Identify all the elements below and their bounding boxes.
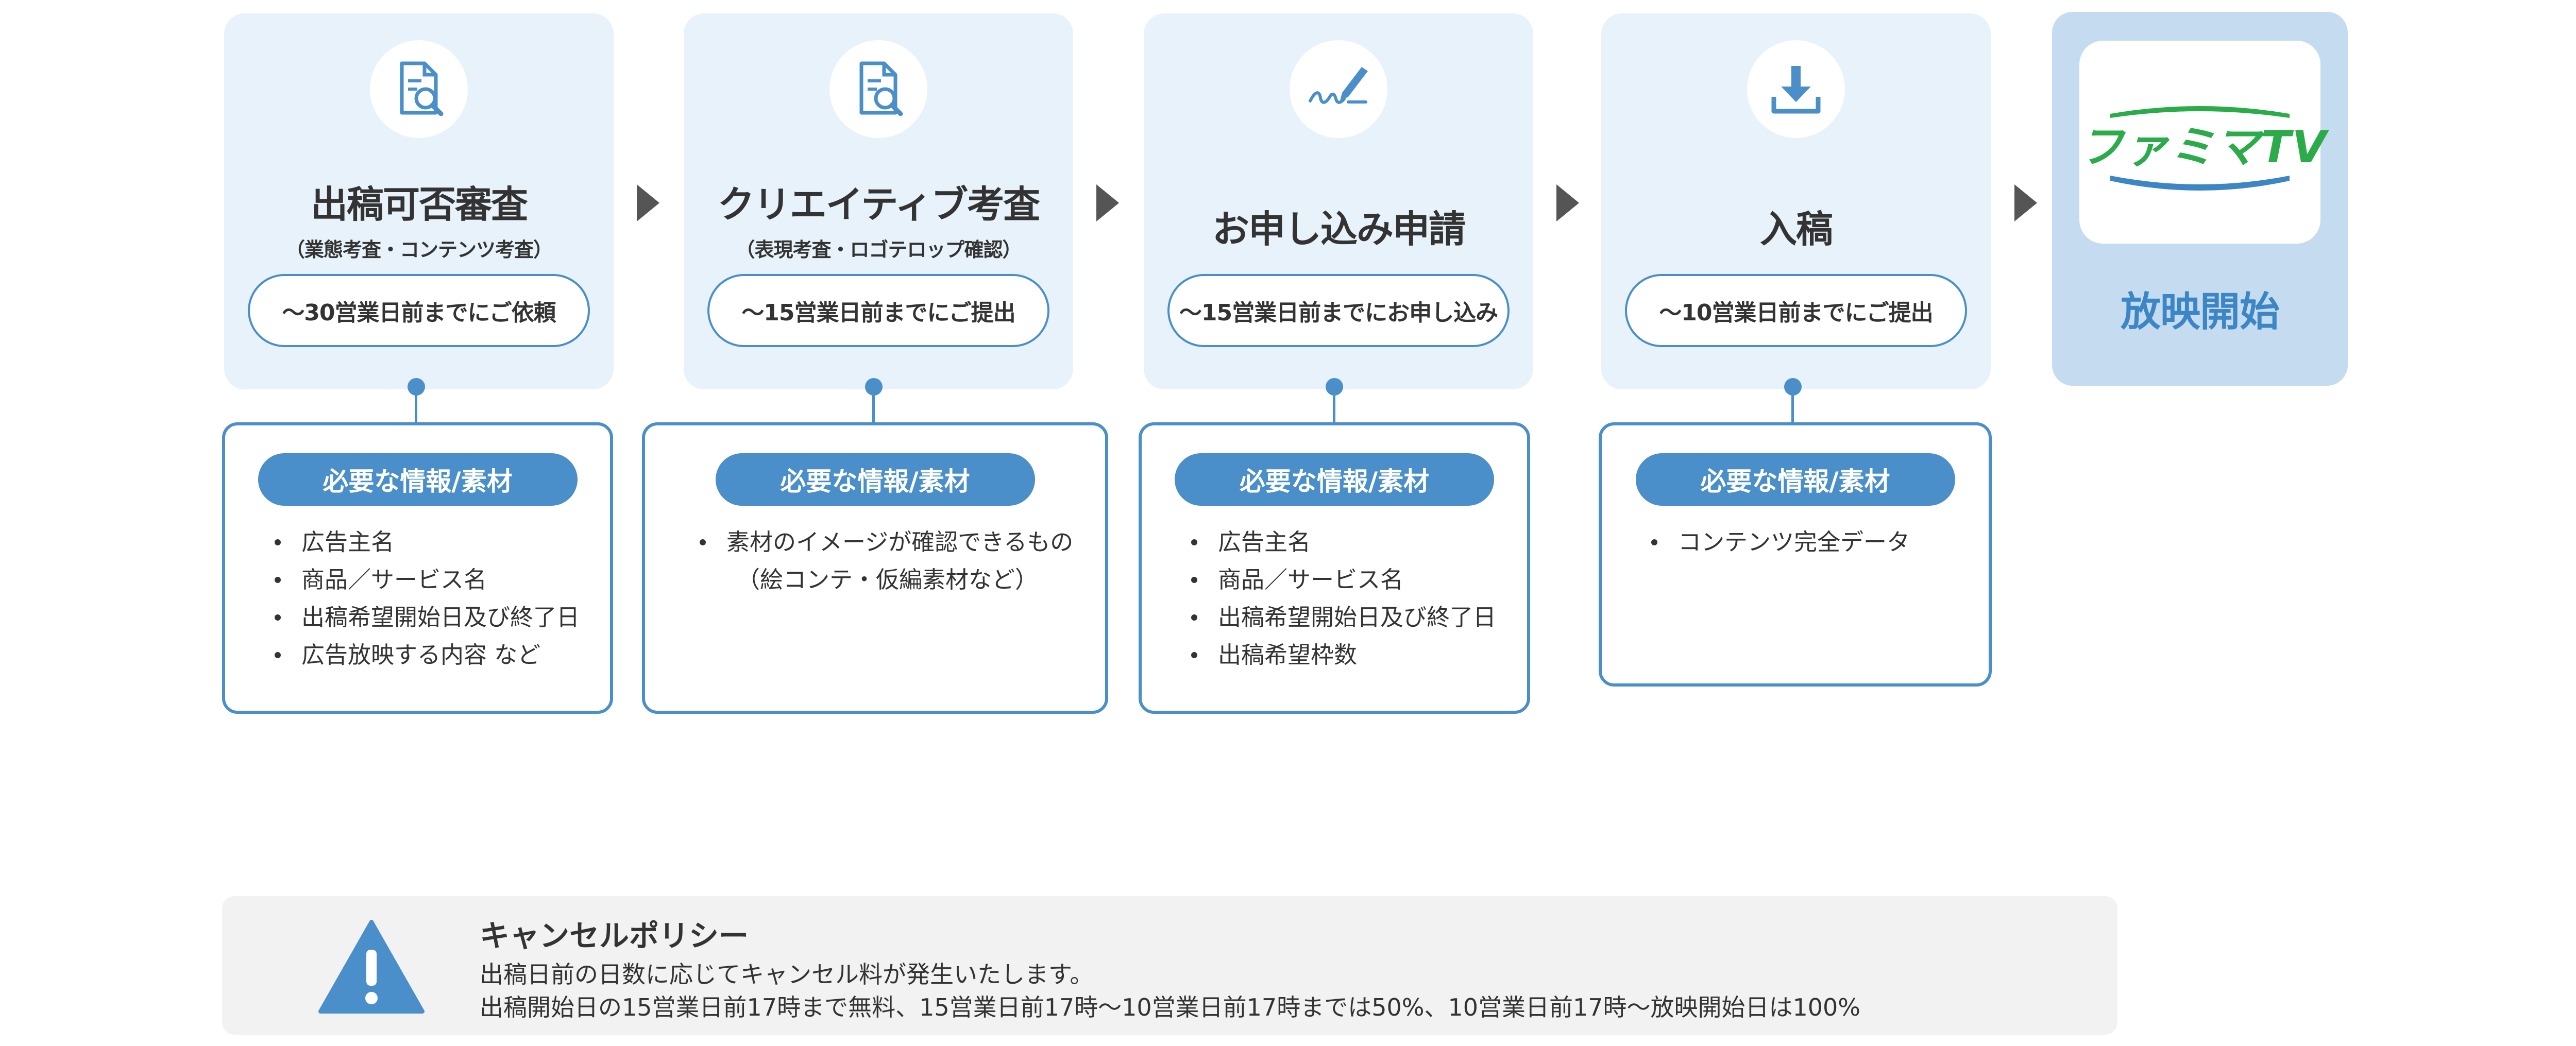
cancel-policy-panel: キャンセルポリシー 出稿日前の日数に応じてキャンセル料が発生いたします。 出稿開… (222, 896, 2117, 1035)
warning-icon (318, 920, 425, 1014)
requirements-list: 広告主名 商品／サービス名 出稿希望開始日及び終了日 出稿希望枠数 (1188, 523, 1496, 674)
requirements-label: 必要な情報/素材 (1635, 453, 1955, 506)
list-item: 広告放映する内容 など (272, 636, 580, 674)
step-title: 放映開始 (2120, 289, 2280, 335)
requirements-list: コンテンツ完全データ (1648, 523, 1910, 561)
requirements-label: 必要な情報/素材 (1175, 453, 1494, 506)
document-search-icon (859, 61, 903, 116)
requirements-label: 必要な情報/素材 (715, 453, 1035, 506)
list-item: 出稿希望開始日及び終了日 (272, 598, 580, 636)
download-icon (1771, 66, 1821, 114)
list-item: 出稿希望枠数 (1188, 636, 1496, 674)
requirements-box-screening: 必要な情報/素材 広告主名 商品／サービス名 出稿希望開始日及び終了日 広告放映… (222, 422, 613, 714)
requirements-list: 広告主名 商品／サービス名 出稿希望開始日及び終了日 広告放映する内容 など (272, 523, 580, 674)
step-card-creative: クリエイティブ考査 （表現考査・ロゴテロップ確認） ～15営業日前までにご提出 (684, 13, 1073, 389)
connector-dot (408, 378, 425, 396)
policy-title: キャンセルポリシー (480, 918, 749, 953)
icon-circle (370, 40, 468, 138)
arrow-right-icon (1096, 184, 1119, 221)
requirements-list: 素材のイメージが確認できるもの （絵コンテ・仮編素材など） (697, 523, 1073, 598)
list-item-text: 素材のイメージが確認できるもの (726, 528, 1074, 556)
requirements-box-application: 必要な情報/素材 広告主名 商品／サービス名 出稿希望開始日及び終了日 出稿希望… (1139, 422, 1530, 714)
list-item: 広告主名 (1188, 523, 1496, 561)
famima-tv-logo: ファミマTV (2079, 41, 2328, 244)
step-card-broadcast-start: ファミマTV 放映開始 (2052, 12, 2348, 386)
icon-circle (1290, 40, 1387, 138)
deadline-badge: ～10営業日前までにご提出 (1625, 274, 1967, 347)
policy-text-line: 出稿開始日の15営業日前17時まで無料、15営業日前17時～10営業日前17時ま… (480, 993, 1861, 1021)
deadline-badge: ～15営業日前までにお申し込み (1167, 274, 1510, 347)
step-card-screening: 出稿可否審査 （業態考査・コンテンツ考査） ～30営業日前までにご依頼 (224, 13, 614, 389)
list-item: 素材のイメージが確認できるもの （絵コンテ・仮編素材など） (697, 523, 1073, 598)
arrow-right-icon (2014, 184, 2037, 221)
step-card-submission: 入稿 ～10営業日前までにご提出 (1601, 13, 1991, 389)
policy-text-line: 出稿日前の日数に応じてキャンセル料が発生いたします。 (480, 961, 1094, 988)
step-subtitle: （表現考査・ロゴテロップ確認） (735, 238, 1022, 261)
deadline-badge: ～30営業日前までにご依頼 (248, 274, 590, 347)
requirements-box-creative: 必要な情報/素材 素材のイメージが確認できるもの （絵コンテ・仮編素材など） (642, 422, 1108, 714)
deadline-badge: ～15営業日前までにご提出 (707, 274, 1049, 347)
connector-dot (865, 378, 883, 396)
icon-circle (1747, 40, 1845, 138)
arrow-right-icon (1556, 184, 1579, 221)
step-title: 入稿 (1759, 208, 1833, 251)
connector-dot (1784, 378, 1802, 396)
step-title: 出稿可否審査 (310, 183, 528, 226)
requirements-label: 必要な情報/素材 (258, 453, 578, 506)
step-title: クリエイティブ考査 (717, 183, 1040, 226)
list-item: コンテンツ完全データ (1648, 523, 1910, 561)
list-item-note: （絵コンテ・仮編素材など） (737, 566, 1039, 593)
icon-circle (829, 40, 927, 138)
step-card-application: お申し込み申請 ～15営業日前までにお申し込み (1144, 13, 1533, 389)
step-title: お申し込み申請 (1212, 208, 1466, 251)
arrow-right-icon (637, 184, 659, 221)
list-item: 広告主名 (272, 523, 580, 561)
requirements-box-submission: 必要な情報/素材 コンテンツ完全データ (1599, 422, 1992, 687)
connector-dot (1326, 378, 1343, 396)
step-subtitle: （業態考査・コンテンツ考査） (285, 238, 553, 261)
list-item: 出稿希望開始日及び終了日 (1188, 598, 1496, 636)
list-item: 商品／サービス名 (1188, 561, 1496, 598)
logo-text: ファミマTV (2079, 122, 2328, 173)
signature-icon (1309, 67, 1368, 104)
list-item: 商品／サービス名 (272, 561, 580, 598)
document-search-icon (400, 61, 444, 116)
